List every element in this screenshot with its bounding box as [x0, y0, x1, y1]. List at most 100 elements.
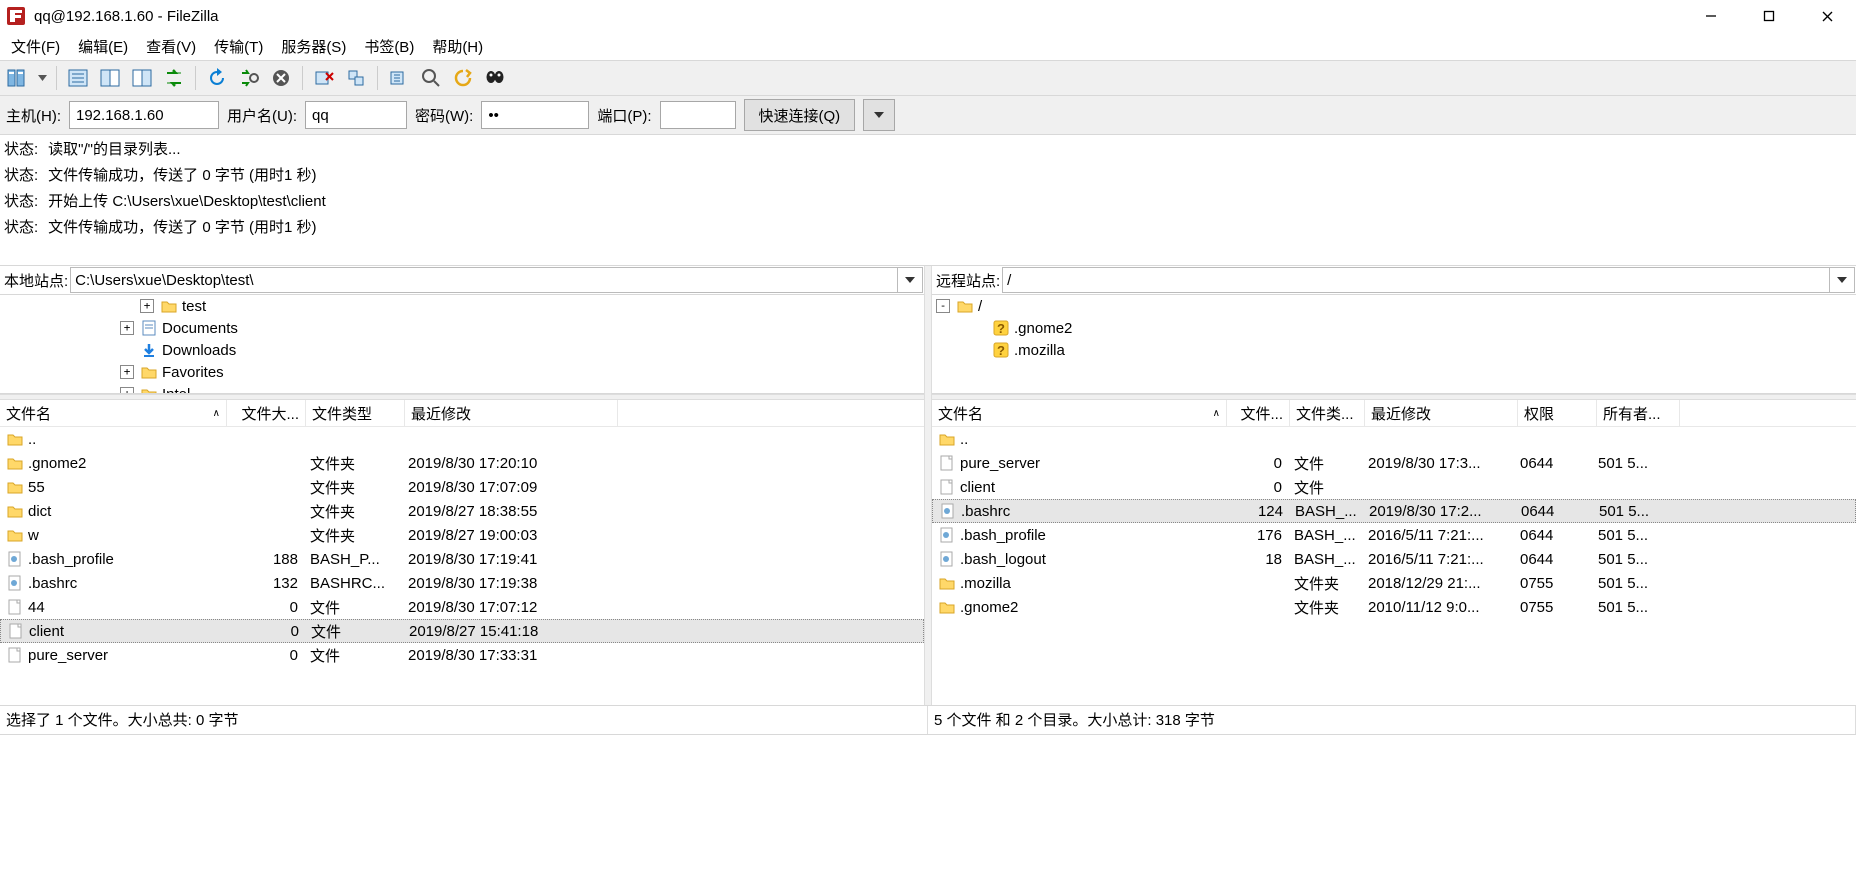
file-row[interactable]: .bash_profile176BASH_...2016/5/11 7:21:.… — [932, 523, 1856, 547]
quick-connect-dropdown[interactable] — [863, 99, 895, 131]
menu-item[interactable]: 帮助(H) — [423, 34, 492, 59]
file-cell: 2019/8/30 17:19:41 — [402, 551, 614, 568]
column-header[interactable]: 所有者... — [1597, 400, 1680, 426]
remote-file-list[interactable]: ..pure_server0文件2019/8/30 17:3...0644501… — [932, 427, 1856, 705]
menu-item[interactable]: 书签(B) — [355, 34, 423, 59]
tree-node[interactable]: +test — [0, 295, 924, 317]
toggle-queue-button[interactable] — [159, 63, 189, 93]
site-manager-dropdown[interactable] — [34, 63, 50, 93]
file-cell: 0755 — [1514, 575, 1592, 592]
file-row[interactable]: .bash_profile188BASH_P...2019/8/30 17:19… — [0, 547, 924, 571]
tree-expander[interactable]: - — [936, 299, 950, 313]
file-cell: 2019/8/30 17:19:38 — [402, 575, 614, 592]
file-cell: 176 — [1226, 527, 1288, 544]
compare-button[interactable] — [448, 63, 478, 93]
toggle-local-tree-button[interactable] — [95, 63, 125, 93]
folder-icon — [140, 385, 158, 394]
file-cell: 0755 — [1514, 599, 1592, 616]
remote-path-input[interactable] — [1002, 267, 1830, 293]
transfer-queue[interactable] — [0, 734, 1856, 875]
site-manager-button[interactable] — [2, 63, 32, 93]
file-row[interactable]: .mozilla文件夹2018/12/29 21:...0755501 5... — [932, 571, 1856, 595]
cancel-button[interactable] — [266, 63, 296, 93]
main-splitter[interactable] — [924, 266, 932, 705]
window-title: qq@192.168.1.60 - FileZilla — [34, 8, 1682, 25]
tree-node[interactable]: ?.mozilla — [932, 339, 1856, 361]
local-path-dropdown[interactable] — [898, 267, 923, 293]
file-row[interactable]: dict文件夹2019/8/27 18:38:55 — [0, 499, 924, 523]
local-list-header[interactable]: 文件名∧文件大...文件类型最近修改 — [0, 400, 924, 427]
column-header[interactable]: 文件名∧ — [932, 400, 1227, 426]
file-row[interactable]: .. — [932, 427, 1856, 451]
file-row[interactable]: w文件夹2019/8/27 19:00:03 — [0, 523, 924, 547]
column-header[interactable]: 文件大... — [227, 400, 306, 426]
user-label: 用户名(U): — [227, 105, 297, 126]
file-row[interactable]: pure_server0文件2019/8/30 17:33:31 — [0, 643, 924, 667]
tree-node[interactable]: -/ — [932, 295, 1856, 317]
pass-input[interactable] — [481, 101, 589, 129]
column-header[interactable]: 文件类型 — [306, 400, 405, 426]
file-row[interactable]: 440文件2019/8/30 17:07:12 — [0, 595, 924, 619]
tree-expander[interactable]: + — [140, 299, 154, 313]
user-input[interactable] — [305, 101, 407, 129]
menu-item[interactable]: 传输(T) — [205, 34, 272, 59]
file-cell: 2016/5/11 7:21:... — [1362, 551, 1514, 568]
remote-tree[interactable]: -/?.gnome2?.mozilla — [932, 295, 1856, 394]
host-input[interactable] — [69, 101, 219, 129]
tree-expander[interactable]: + — [120, 387, 134, 394]
column-header[interactable]: 文件类... — [1290, 400, 1365, 426]
local-tree[interactable]: +test+DocumentsDownloads+Favorites+Intel — [0, 295, 924, 394]
file-row[interactable]: .gnome2文件夹2010/11/12 9:0...0755501 5... — [932, 595, 1856, 619]
filter-button[interactable] — [384, 63, 414, 93]
search-button[interactable] — [416, 63, 446, 93]
file-row[interactable]: .. — [0, 427, 924, 451]
tree-expander[interactable]: + — [120, 365, 134, 379]
sync-browse-button[interactable] — [480, 63, 510, 93]
tree-node[interactable]: Downloads — [0, 339, 924, 361]
disconnect-button[interactable] — [309, 63, 339, 93]
remote-site-label: 远程站点: — [932, 270, 1002, 291]
process-queue-button[interactable] — [234, 63, 264, 93]
remote-status: 5 个文件 和 2 个目录。大小总计: 318 字节 — [928, 706, 1856, 734]
file-cell: w — [0, 526, 226, 544]
local-path-input[interactable] — [70, 267, 898, 293]
reconnect-button[interactable] — [341, 63, 371, 93]
toggle-remote-tree-button[interactable] — [127, 63, 157, 93]
file-row[interactable]: client0文件2019/8/27 15:41:18 — [0, 619, 924, 643]
file-row[interactable]: .bash_logout18BASH_...2016/5/11 7:21:...… — [932, 547, 1856, 571]
file-row[interactable]: pure_server0文件2019/8/30 17:3...0644501 5… — [932, 451, 1856, 475]
quick-connect-bar: 主机(H): 用户名(U): 密码(W): 端口(P): 快速连接(Q) — [0, 96, 1856, 135]
file-row[interactable]: .bashrc124BASH_...2019/8/30 17:2...06445… — [932, 499, 1856, 523]
maximize-button[interactable] — [1740, 0, 1798, 32]
menu-item[interactable]: 编辑(E) — [69, 34, 137, 59]
message-log[interactable]: 状态: 读取"/"的目录列表...状态: 文件传输成功，传送了 0 字节 (用时… — [0, 135, 1856, 266]
refresh-button[interactable] — [202, 63, 232, 93]
remote-path-dropdown[interactable] — [1830, 267, 1855, 293]
tree-node[interactable]: +Favorites — [0, 361, 924, 383]
column-header[interactable]: 权限 — [1518, 400, 1597, 426]
menu-item[interactable]: 服务器(S) — [272, 34, 355, 59]
quick-connect-button[interactable]: 快速连接(Q) — [744, 99, 856, 131]
file-row[interactable]: 55文件夹2019/8/30 17:07:09 — [0, 475, 924, 499]
file-row[interactable]: .gnome2文件夹2019/8/30 17:20:10 — [0, 451, 924, 475]
local-file-list[interactable]: ...gnome2文件夹2019/8/30 17:20:1055文件夹2019/… — [0, 427, 924, 705]
column-header[interactable]: 最近修改 — [405, 400, 618, 426]
close-button[interactable] — [1798, 0, 1856, 32]
port-input[interactable] — [660, 101, 736, 129]
menu-item[interactable]: 查看(V) — [137, 34, 205, 59]
tree-node[interactable]: +Intel — [0, 383, 924, 394]
toggle-log-button[interactable] — [63, 63, 93, 93]
file-row[interactable]: .bashrc132BASHRC...2019/8/30 17:19:38 — [0, 571, 924, 595]
folder-icon — [938, 574, 956, 592]
menu-item[interactable]: 文件(F) — [2, 34, 69, 59]
file-cell: client — [932, 478, 1226, 496]
minimize-button[interactable] — [1682, 0, 1740, 32]
column-header[interactable]: 最近修改 — [1365, 400, 1518, 426]
column-header[interactable]: 文件名∧ — [0, 400, 227, 426]
tree-expander[interactable]: + — [120, 321, 134, 335]
tree-node[interactable]: ?.gnome2 — [932, 317, 1856, 339]
file-row[interactable]: client0文件 — [932, 475, 1856, 499]
remote-list-header[interactable]: 文件名∧文件...文件类...最近修改权限所有者... — [932, 400, 1856, 427]
tree-node[interactable]: +Documents — [0, 317, 924, 339]
column-header[interactable]: 文件... — [1227, 400, 1290, 426]
